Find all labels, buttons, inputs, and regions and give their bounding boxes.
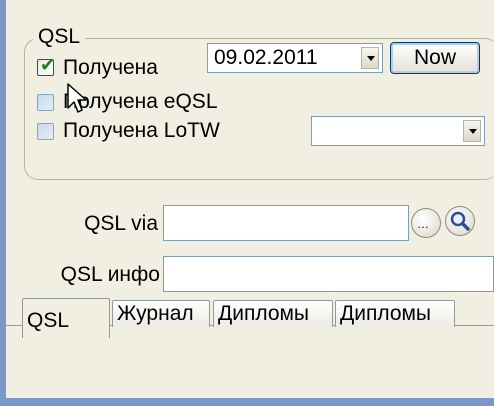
qsl-via-input[interactable] (163, 205, 409, 241)
check-mark-icon: ✔ (40, 55, 56, 75)
window-frame-bottom (0, 398, 494, 406)
tab-diplomas-2[interactable]: Дипломы (335, 300, 455, 327)
qsl-info-input[interactable] (163, 256, 494, 292)
received-date-combo[interactable]: 09.02.2011 (207, 43, 383, 73)
tab-qsl[interactable]: QSL (22, 298, 110, 338)
magnifier-icon (450, 211, 470, 231)
received-checkbox[interactable]: ✔ (37, 55, 55, 76)
search-button[interactable] (445, 206, 475, 236)
received-label: Получена (63, 56, 158, 79)
received-date-value: 09.02.2011 (214, 46, 318, 69)
tab-journal-label: Журнал (117, 302, 194, 325)
received-lotw-checkbox[interactable] (37, 123, 54, 140)
qsl-info-label: QSL инфо (60, 263, 160, 286)
tab-diplomas-1[interactable]: Дипломы (213, 300, 333, 327)
lotw-date-combo[interactable] (311, 116, 485, 146)
ellipsis-icon: … (417, 217, 429, 231)
received-eqsl-checkbox[interactable] (37, 94, 54, 111)
chevron-down-icon[interactable] (463, 120, 481, 142)
tab-diplomas-1-label: Дипломы (218, 302, 310, 325)
tab-diplomas-2-label: Дипломы (340, 302, 432, 325)
now-button[interactable]: Now (390, 42, 480, 74)
tab-qsl-label: QSL (27, 309, 70, 332)
window-frame-left (0, 0, 6, 406)
ellipsis-button[interactable]: … (411, 208, 441, 238)
chevron-down-icon[interactable] (361, 47, 379, 69)
received-lotw-label: Получена LoTW (63, 119, 220, 142)
qsl-group-title: QSL (33, 26, 86, 48)
qsl-via-label: QSL via (84, 212, 158, 235)
mouse-pointer-icon (67, 83, 87, 113)
tab-journal[interactable]: Журнал (112, 300, 210, 327)
